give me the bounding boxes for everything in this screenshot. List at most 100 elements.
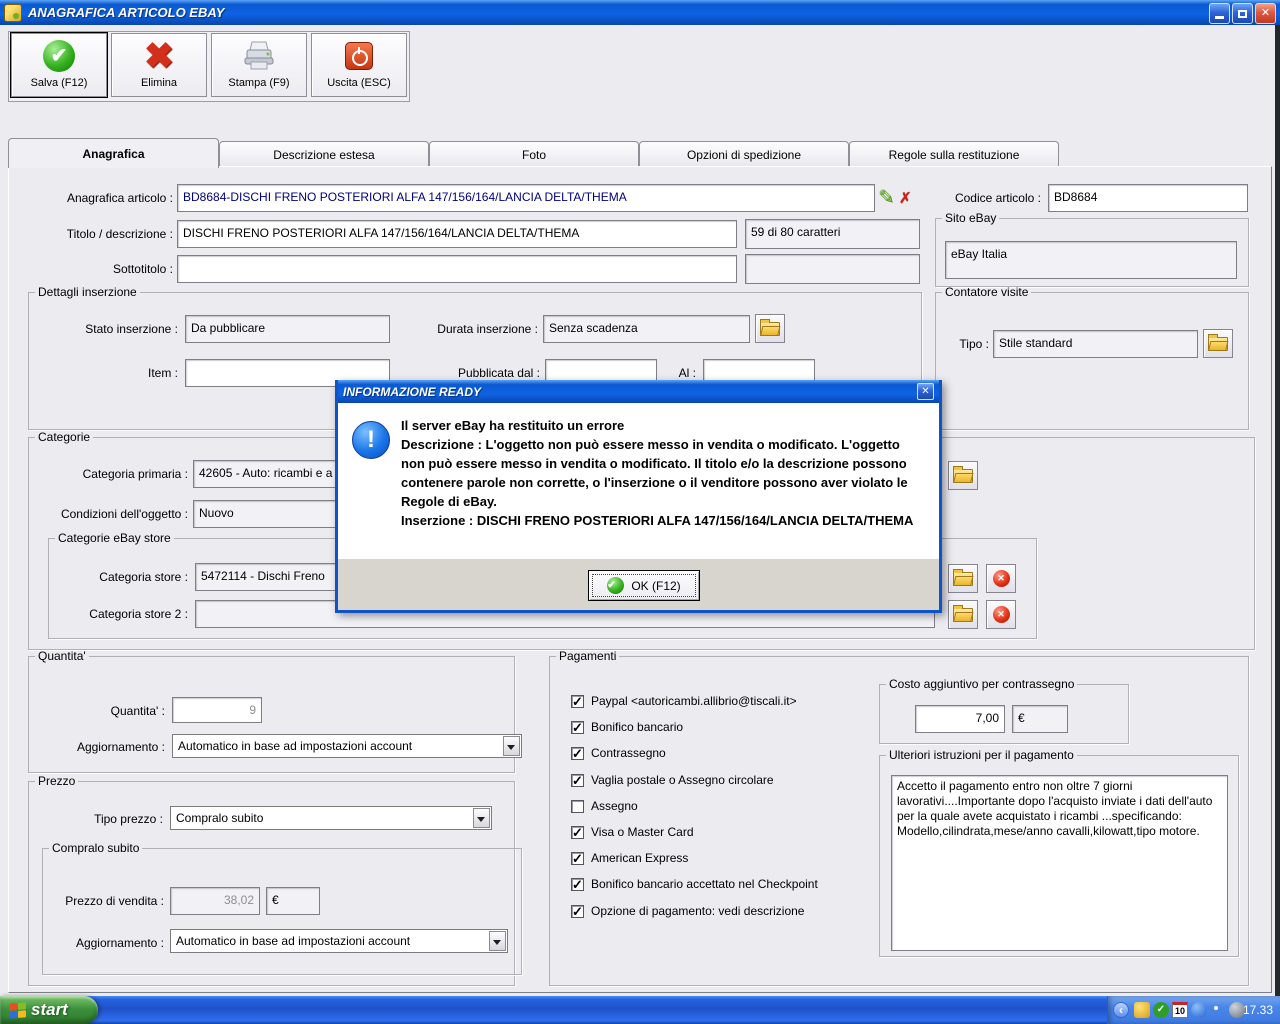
delete-x-icon: ✖ [143, 35, 175, 76]
print-button[interactable]: Stampa (F9) [211, 33, 307, 97]
edit-icon[interactable]: ✎ [878, 186, 894, 209]
contatore-browse-button[interactable] [1203, 329, 1233, 358]
dialog-titlebar: INFORMAZIONE READY [338, 380, 939, 403]
ok-label: OK (F12) [631, 578, 681, 593]
quantita-label: Quantita' : [110, 704, 165, 718]
checkbox-bonifico-checkpoint[interactable] [571, 877, 584, 893]
categoria-store-remove-button[interactable] [986, 564, 1016, 593]
exit-button[interactable]: Uscita (ESC) [311, 33, 407, 97]
prezzo-aggiornamento-select[interactable]: Automatico in base ad impostazioni accou… [170, 929, 508, 953]
save-check-icon [43, 40, 75, 72]
categoria-primaria-browse-button[interactable] [948, 461, 978, 490]
tab-anagrafica[interactable]: Anagrafica [8, 138, 219, 168]
delete-button[interactable]: ✖ Elimina [111, 33, 207, 97]
anagrafica-articolo-label: Anagrafica articolo : [66, 191, 173, 205]
tray-yellow-icon[interactable] [1134, 1002, 1150, 1018]
chevron-down-icon[interactable] [489, 931, 506, 951]
exit-label: Uscita (ESC) [327, 77, 391, 89]
minimize-button[interactable] [1209, 3, 1230, 24]
durata-inserzione-label: Durata inserzione : [437, 322, 538, 336]
tray-calendar-icon[interactable]: 10 [1172, 1002, 1188, 1018]
minimize-icon [1215, 16, 1224, 19]
checkbox-paypal[interactable] [571, 694, 584, 710]
sito-ebay-legend: Sito eBay [945, 211, 997, 225]
quantita-aggiornamento-select[interactable]: Automatico in base ad impostazioni accou… [172, 734, 522, 758]
tab-foto[interactable]: Foto [429, 141, 639, 167]
ok-check-icon [607, 577, 625, 594]
checkbox-bonifico[interactable] [571, 720, 584, 736]
dialog-line1: Il server eBay ha restituito un errore [401, 418, 625, 433]
anagrafica-articolo-field[interactable]: BD8684-DISCHI FRENO POSTERIORI ALFA 147/… [177, 184, 875, 212]
categoria-store2-label: Categoria store 2 : [89, 607, 188, 621]
categoria-store2-browse-button[interactable] [948, 600, 978, 629]
clear-icon[interactable]: ✗ [899, 189, 912, 207]
costo-contrassegno-field[interactable]: 7,00 [915, 705, 1005, 733]
codice-articolo-field[interactable]: BD8684 [1048, 184, 1248, 212]
checkbox-amex[interactable] [571, 851, 584, 867]
durata-inserzione-field: Senza scadenza [543, 315, 750, 343]
system-tray: ‹ ✓ 10 17.33 [1107, 996, 1280, 1024]
folder-icon [953, 465, 973, 483]
checkbox-vaglia[interactable] [571, 773, 584, 789]
tipo-contatore-field: Stile standard [993, 330, 1198, 358]
categoria-store-browse-button[interactable] [948, 564, 978, 593]
quantita-legend: Quantita' [38, 649, 86, 663]
dialog-title-text: INFORMAZIONE READY [343, 384, 481, 399]
codice-articolo-label: Codice articolo : [954, 191, 1041, 205]
quantita-aggiornamento-value: Automatico in base ad impostazioni accou… [178, 739, 413, 753]
costo-valuta-field: € [1012, 705, 1068, 733]
info-icon: ! [352, 421, 390, 459]
checkbox-paypal-label: Paypal <autoricambi.allibrio@tiscali.it> [591, 694, 797, 708]
restore-icon [1238, 10, 1247, 18]
durata-browse-button[interactable] [755, 314, 785, 343]
tab-descrizione-estesa[interactable]: Descrizione estesa [219, 141, 429, 167]
contatore-visite-legend: Contatore visite [945, 285, 1029, 299]
taskbar: start e ♪ ✗ Ready Pro ... Gestione si...… [0, 996, 1280, 1024]
tray-antivirus-icon[interactable]: ✓ [1153, 1002, 1169, 1018]
tab-opzioni-spedizione[interactable]: Opzioni di spedizione [639, 141, 849, 167]
message-dialog: INFORMAZIONE READY ✕ ! Il server eBay ha… [335, 380, 942, 613]
printer-icon [212, 36, 306, 76]
istruzioni-pagamento-legend: Ulteriori istruzioni per il pagamento [889, 748, 1074, 762]
checkbox-visa[interactable] [571, 825, 584, 841]
chevron-down-icon[interactable] [503, 736, 520, 756]
prezzo-valuta-field: € [266, 887, 320, 915]
save-button[interactable]: Salva (F12) [11, 33, 107, 97]
stato-inserzione-field: Da pubblicare [185, 315, 390, 343]
titolo-field[interactable]: DISCHI FRENO POSTERIORI ALFA 147/156/164… [177, 220, 737, 248]
tipo-prezzo-select[interactable]: Compralo subito [170, 806, 492, 830]
tray-messenger-icon[interactable] [1191, 1002, 1207, 1018]
chevron-down-icon[interactable] [473, 808, 490, 828]
remove-icon [992, 570, 1010, 587]
tray-collapse-icon[interactable]: ‹ [1113, 1002, 1129, 1018]
checkbox-bonifico-label: Bonifico bancario [591, 720, 684, 734]
dialog-body: ! Il server eBay ha restituito un errore… [338, 403, 939, 539]
close-button[interactable]: ✕ [1255, 3, 1276, 24]
sottotitolo-label: Sottotitolo : [112, 262, 173, 276]
costo-contrassegno-legend: Costo aggiuntivo per contrassegno [889, 677, 1075, 691]
sito-ebay-value: eBay Italia [945, 241, 1237, 279]
istruzioni-pagamento-textarea[interactable]: Accetto il pagamento entro non oltre 7 g… [891, 775, 1228, 951]
stato-inserzione-label: Stato inserzione : [85, 322, 178, 336]
quantita-field[interactable]: 9 [172, 697, 262, 723]
start-button[interactable]: start [0, 996, 98, 1024]
quantita-aggiornamento-label: Aggiornamento : [76, 740, 165, 754]
tab-regole-restituzione[interactable]: Regole sulla restituzione [849, 141, 1059, 167]
prezzo-vendita-field: 38,02 [170, 887, 260, 915]
dialog-close-button[interactable]: ✕ [917, 383, 934, 400]
sottotitolo-field[interactable] [177, 255, 737, 283]
titolo-label: Titolo / descrizione : [66, 227, 173, 241]
checkbox-assegno[interactable] [571, 800, 584, 813]
ok-button[interactable]: OK (F12) [588, 570, 700, 601]
remove-icon [992, 606, 1010, 623]
tray-clock: 17.33 [1242, 1003, 1273, 1017]
restore-button[interactable] [1232, 3, 1253, 24]
categoria-store2-remove-button[interactable] [986, 600, 1016, 629]
checkbox-opzione-pagamento[interactable] [571, 904, 584, 920]
print-label: Stampa (F9) [228, 77, 290, 89]
dialog-inserzione: Inserzione : DISCHI FRENO POSTERIORI ALF… [401, 513, 914, 528]
compralo-subito-legend: Compralo subito [52, 841, 140, 855]
checkbox-contrassegno[interactable] [571, 746, 584, 762]
prezzo-legend: Prezzo [38, 774, 76, 788]
categoria-store-label: Categoria store : [99, 570, 188, 584]
